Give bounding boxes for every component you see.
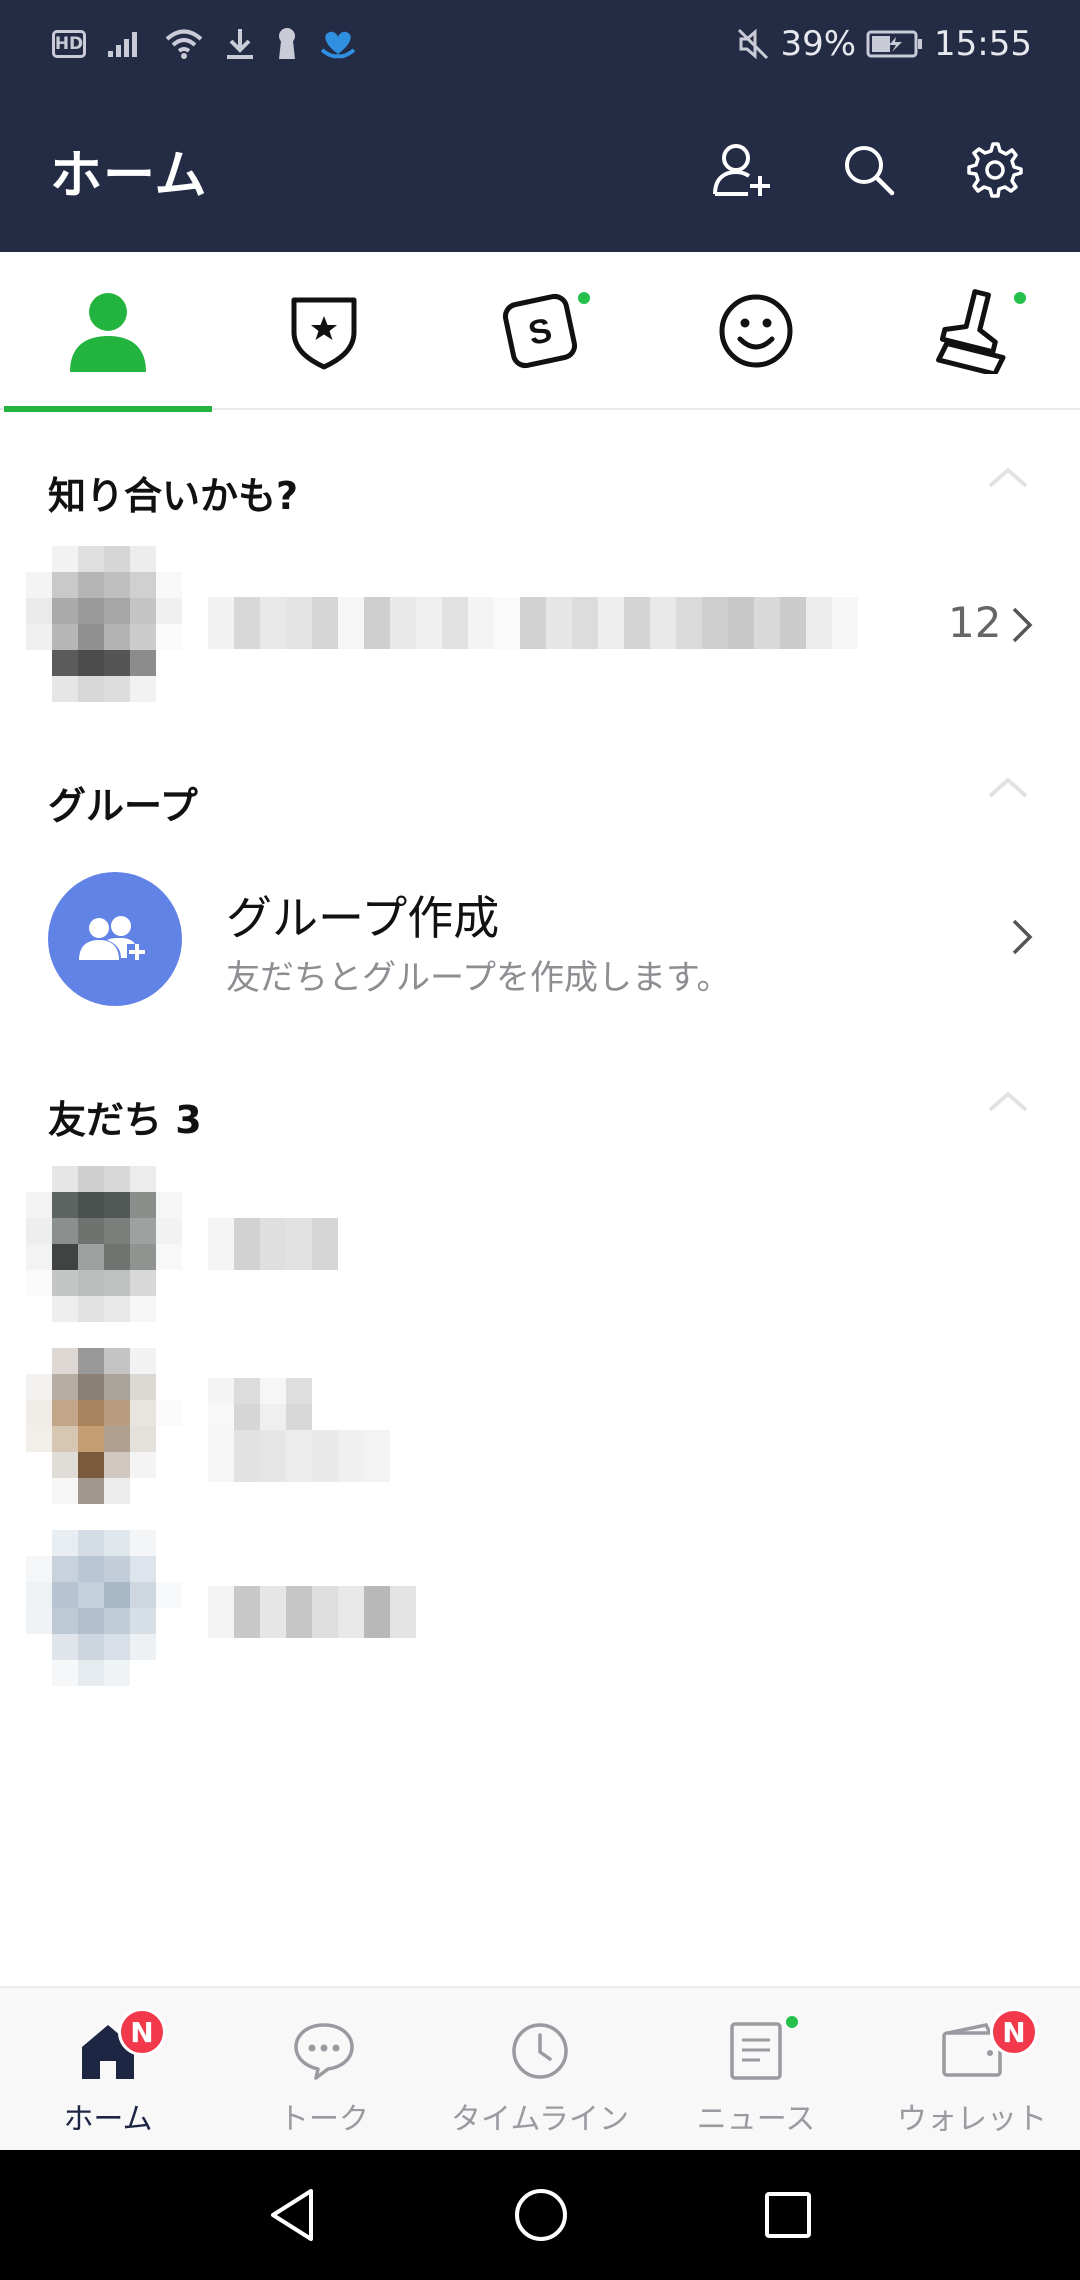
shield-star-icon bbox=[291, 297, 357, 370]
download-icon bbox=[224, 27, 256, 61]
svg-text:S: S bbox=[525, 311, 555, 353]
system-navigation-bar bbox=[0, 2150, 1080, 2280]
category-tabs: S bbox=[0, 252, 1080, 412]
suggested-names-blurred bbox=[208, 597, 858, 649]
battery-percent: 39% bbox=[780, 24, 857, 64]
avatar bbox=[26, 1530, 182, 1686]
friend-name-blurred bbox=[208, 1218, 338, 1270]
avatar bbox=[26, 1348, 182, 1504]
new-badge: N bbox=[990, 2008, 1038, 2056]
create-group-subtitle: 友だちとグループを作成します。 bbox=[226, 958, 731, 998]
collapse-chevron-up-icon[interactable] bbox=[986, 1086, 1030, 1116]
create-group-row[interactable]: グループ作成 友だちとグループを作成します。 bbox=[0, 860, 1080, 1020]
news-icon bbox=[730, 2022, 782, 2080]
new-indicator bbox=[786, 2016, 798, 2028]
nav-timeline[interactable]: タイムライン bbox=[432, 1988, 648, 2152]
friend-list-item[interactable] bbox=[0, 1166, 1080, 1336]
back-icon[interactable] bbox=[267, 2187, 319, 2243]
mute-icon bbox=[736, 27, 770, 61]
friend-list-item[interactable] bbox=[0, 1348, 1080, 1518]
chevron-right-icon bbox=[1012, 919, 1033, 955]
nav-talk[interactable]: トーク bbox=[216, 1988, 432, 2152]
new-indicator bbox=[578, 292, 590, 304]
tab-theme[interactable] bbox=[864, 252, 1080, 410]
collapse-chevron-up-icon[interactable] bbox=[986, 462, 1030, 492]
avatar bbox=[26, 546, 182, 702]
search-icon bbox=[845, 146, 895, 196]
new-badge: N bbox=[118, 2008, 166, 2056]
friend-status-blurred bbox=[208, 1430, 390, 1482]
section-title: 知り合いかも? bbox=[48, 473, 299, 518]
tab-friends[interactable] bbox=[0, 252, 216, 412]
app-header: ホーム bbox=[0, 88, 1080, 252]
wifi-icon bbox=[164, 28, 204, 60]
sticker-shop-icon: S bbox=[502, 293, 578, 369]
nav-wallet[interactable]: ウォレット N bbox=[864, 1988, 1080, 2152]
new-indicator bbox=[1014, 292, 1026, 304]
tab-emoji[interactable] bbox=[648, 252, 864, 410]
tab-official[interactable] bbox=[216, 252, 432, 410]
home-circle-icon[interactable] bbox=[513, 2187, 569, 2243]
gear-icon bbox=[967, 142, 1023, 198]
add-friend-button[interactable] bbox=[708, 135, 778, 205]
friend-name-blurred bbox=[208, 1378, 312, 1404]
signal-icon bbox=[106, 29, 144, 59]
search-button[interactable] bbox=[834, 135, 904, 205]
section-title: 友だち 3 bbox=[48, 1097, 202, 1142]
section-title: グループ bbox=[48, 783, 198, 828]
group-avatar bbox=[48, 872, 182, 1006]
nav-home[interactable]: ホーム N bbox=[0, 1988, 216, 2152]
suggested-friends-row[interactable]: 12 bbox=[0, 540, 1080, 710]
chevron-right-icon bbox=[1012, 607, 1033, 643]
paint-brush-icon bbox=[936, 289, 1006, 374]
settings-button[interactable] bbox=[960, 135, 1030, 205]
friend-name-blurred bbox=[208, 1586, 416, 1638]
nav-label: ウォレット bbox=[897, 2102, 1047, 2137]
groups-section-header[interactable]: グループ bbox=[0, 762, 1080, 842]
add-group-icon bbox=[79, 916, 145, 960]
nav-label: ホーム bbox=[63, 2102, 153, 2137]
suggestion-count: 12 bbox=[948, 598, 1002, 647]
nav-label: タイムライン bbox=[451, 2102, 629, 2137]
clock: 15:55 bbox=[934, 24, 1032, 64]
hd-icon: HD bbox=[52, 30, 86, 58]
nav-news[interactable]: ニュース bbox=[648, 1988, 864, 2152]
avatar bbox=[26, 1166, 182, 1322]
keyhole-icon bbox=[276, 27, 298, 61]
bottom-navigation: ホーム N トーク タイムライン ニュース ウォレット N bbox=[0, 1986, 1080, 2150]
suggestions-section-header[interactable]: 知り合いかも? bbox=[0, 452, 1080, 532]
status-bar: HD 39% 15:55 bbox=[0, 0, 1080, 88]
recents-icon[interactable] bbox=[763, 2190, 813, 2240]
friend-list-item[interactable] bbox=[0, 1530, 1080, 1700]
collapse-chevron-up-icon[interactable] bbox=[986, 772, 1030, 802]
battery-icon bbox=[866, 29, 924, 59]
add-friend-icon bbox=[713, 144, 770, 196]
friend-name-blurred bbox=[208, 1404, 312, 1430]
nav-label: ニュース bbox=[696, 2102, 816, 2137]
nav-label: トーク bbox=[279, 2102, 369, 2137]
clock-icon bbox=[512, 2023, 568, 2079]
chat-bubble-icon bbox=[294, 2023, 354, 2080]
person-icon bbox=[70, 293, 146, 372]
heart-hands-icon bbox=[318, 28, 358, 60]
friends-section-header[interactable]: 友だち 3 bbox=[0, 1076, 1080, 1156]
page-title: ホーム bbox=[50, 145, 208, 206]
smiley-icon bbox=[719, 294, 793, 368]
create-group-title: グループ作成 bbox=[226, 891, 500, 945]
tab-sticker-shop[interactable]: S bbox=[432, 252, 648, 410]
